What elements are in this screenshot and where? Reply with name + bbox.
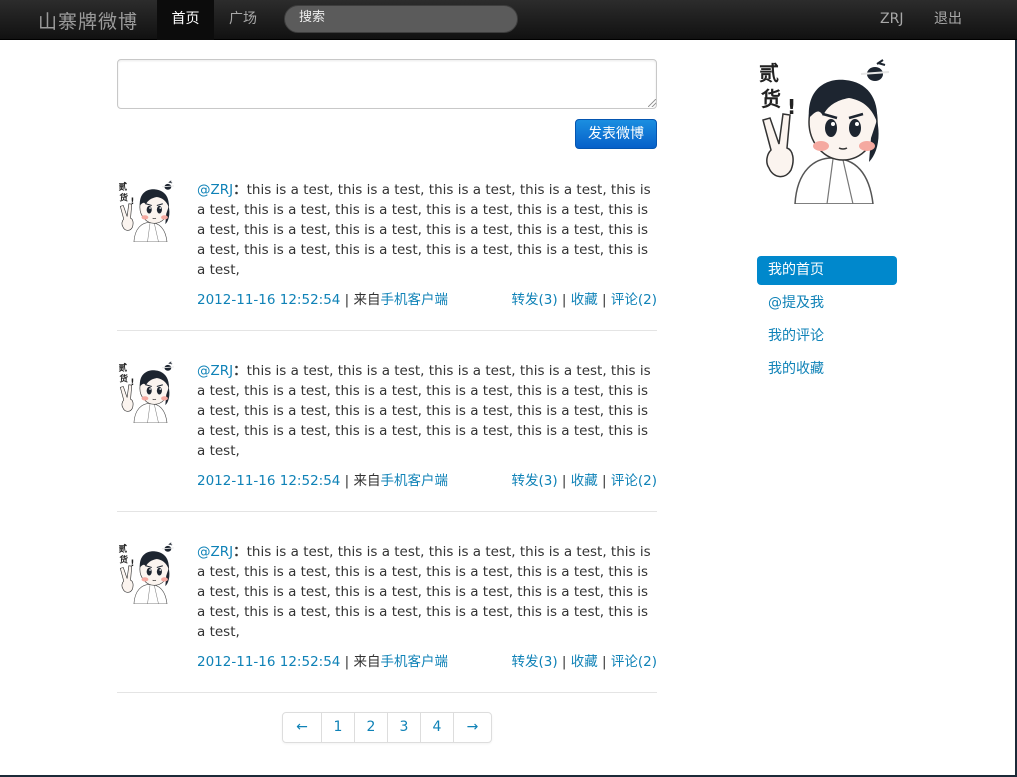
page-2-button[interactable]: 2 (354, 713, 387, 742)
comment-link[interactable]: 评论(2) (611, 473, 657, 489)
source-prefix: 来自 (353, 473, 381, 489)
post-source-link[interactable]: 手机客户端 (381, 473, 449, 489)
post-item: @ZRJ：this is a test, this is a test, thi… (117, 542, 657, 693)
source-prefix: 来自 (353, 292, 381, 308)
avatar[interactable] (117, 542, 178, 604)
post-text: @ZRJ：this is a test, this is a test, thi… (197, 361, 657, 461)
author-link[interactable]: @ZRJ (197, 544, 233, 560)
author-link[interactable]: @ZRJ (197, 182, 233, 198)
page-3-button[interactable]: 3 (387, 713, 420, 742)
repost-link[interactable]: 转发(3) (511, 292, 557, 308)
favorite-link[interactable]: 收藏 (571, 292, 598, 308)
sidebar-nav: 我的首页 @提及我 我的评论 我的收藏 (757, 256, 897, 388)
avatar[interactable] (117, 361, 178, 423)
separator: | (597, 654, 611, 670)
post-textarea[interactable] (117, 59, 657, 109)
author-colon: ： (233, 363, 247, 379)
post-item: @ZRJ：this is a test, this is a test, thi… (117, 180, 657, 331)
sidebar-item-favorites[interactable]: 我的收藏 (757, 355, 897, 384)
author-colon: ： (233, 544, 247, 560)
source-prefix: 来自 (353, 654, 381, 670)
pagination: ← 1 2 3 4 → (282, 712, 492, 743)
post-timestamp[interactable]: 2012-11-16 12:52:54 (197, 292, 340, 308)
separator: | (557, 473, 571, 489)
post-text: @ZRJ：this is a test, this is a test, thi… (197, 180, 657, 280)
separator: | (557, 654, 571, 670)
prev-page-button[interactable]: ← (283, 713, 321, 742)
nav-home[interactable]: 首页 (157, 0, 214, 40)
brand-logo[interactable]: 山寨牌微博 (38, 7, 138, 34)
author-colon: ： (233, 182, 247, 198)
post-content: this is a test, this is a test, this is … (197, 182, 651, 278)
nav-user[interactable]: ZRJ (880, 0, 903, 40)
post-content: this is a test, this is a test, this is … (197, 544, 651, 640)
post-button[interactable]: 发表微博 (575, 119, 657, 149)
search-input[interactable]: 搜索 (284, 5, 518, 33)
repost-link[interactable]: 转发(3) (511, 473, 557, 489)
post-meta: 2012-11-16 12:52:54 | 来自手机客户端 转发(3) | 收藏 … (197, 290, 657, 310)
sidebar-item-mentions[interactable]: @提及我 (757, 289, 897, 318)
post-timestamp[interactable]: 2012-11-16 12:52:54 (197, 654, 340, 670)
separator: | (597, 473, 611, 489)
separator: | (340, 654, 354, 670)
separator: | (557, 292, 571, 308)
sidebar-item-comments[interactable]: 我的评论 (757, 322, 897, 351)
author-link[interactable]: @ZRJ (197, 363, 233, 379)
post-meta: 2012-11-16 12:52:54 | 来自手机客户端 转发(3) | 收藏 … (197, 471, 657, 491)
nav-logout[interactable]: 退出 (934, 0, 962, 40)
post-meta: 2012-11-16 12:52:54 | 来自手机客户端 转发(3) | 收藏 … (197, 652, 657, 672)
post-content: this is a test, this is a test, this is … (197, 363, 651, 459)
repost-link[interactable]: 转发(3) (511, 654, 557, 670)
separator: | (597, 292, 611, 308)
sidebar-item-home[interactable]: 我的首页 (757, 256, 897, 285)
post-source-link[interactable]: 手机客户端 (381, 292, 449, 308)
favorite-link[interactable]: 收藏 (571, 473, 598, 489)
comment-link[interactable]: 评论(2) (611, 654, 657, 670)
profile-avatar[interactable] (757, 58, 897, 204)
resize-grip-icon[interactable] (648, 99, 656, 107)
avatar[interactable] (117, 180, 178, 242)
next-page-button[interactable]: → (453, 713, 491, 742)
separator: | (340, 292, 354, 308)
separator: | (340, 473, 354, 489)
nav-square[interactable]: 广场 (229, 0, 257, 40)
post-text: @ZRJ：this is a test, this is a test, thi… (197, 542, 657, 642)
top-navbar: 山寨牌微博 首页 广场 搜索 ZRJ 退出 (0, 0, 1017, 40)
page-4-button[interactable]: 4 (420, 713, 453, 742)
comment-link[interactable]: 评论(2) (611, 292, 657, 308)
post-item: @ZRJ：this is a test, this is a test, thi… (117, 361, 657, 512)
page-1-button[interactable]: 1 (321, 713, 354, 742)
favorite-link[interactable]: 收藏 (571, 654, 598, 670)
post-source-link[interactable]: 手机客户端 (381, 654, 449, 670)
post-timestamp[interactable]: 2012-11-16 12:52:54 (197, 473, 340, 489)
